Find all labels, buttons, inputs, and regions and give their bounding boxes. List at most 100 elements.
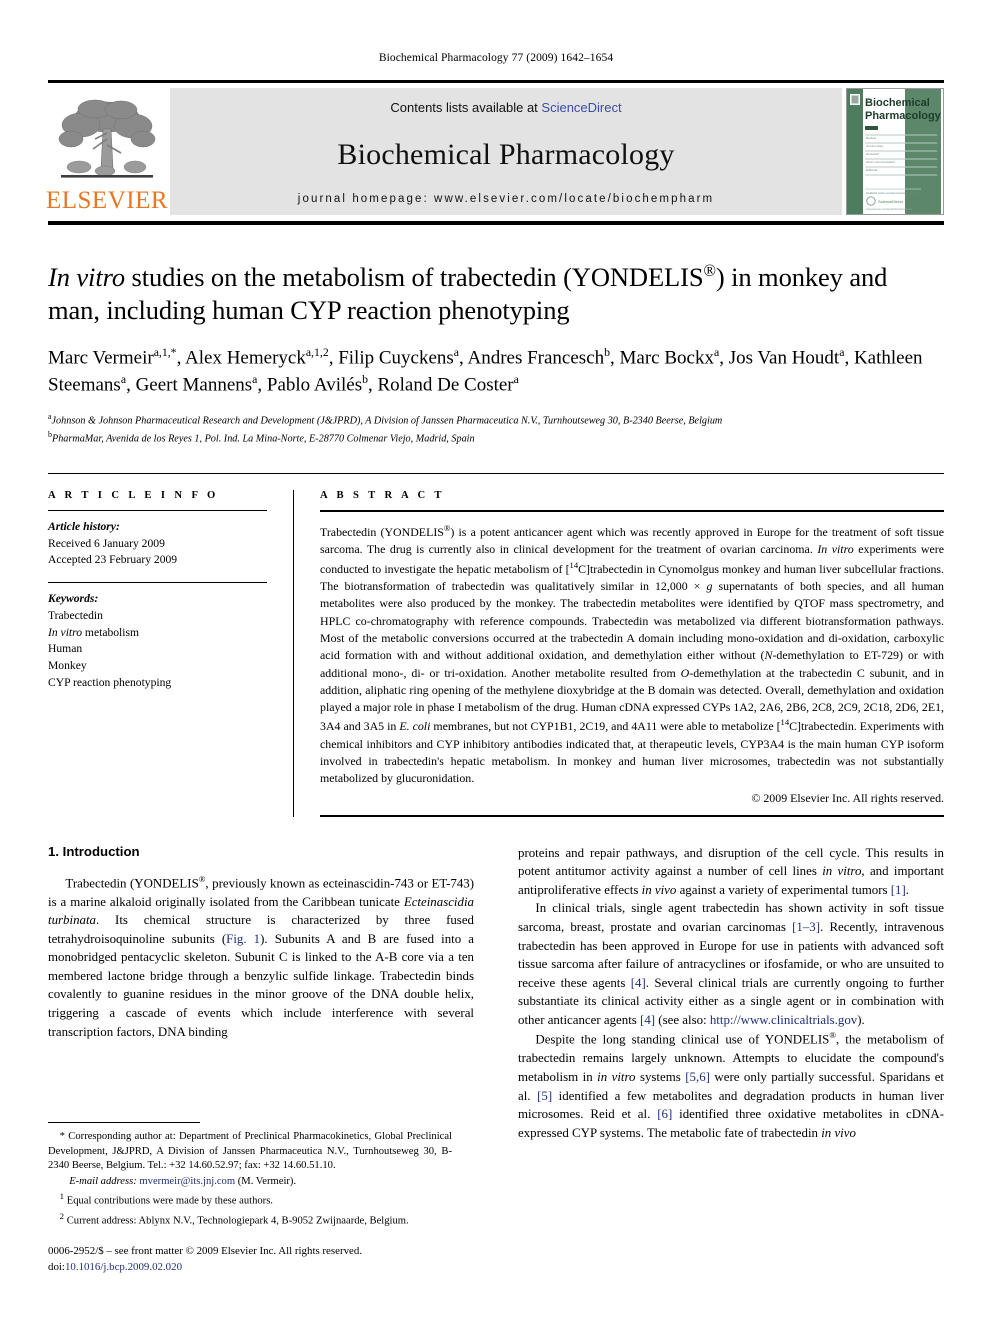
text-run: Trabectedin (YONDELIS bbox=[320, 525, 444, 540]
svg-text:Available online at www.scienc: Available online at www.sciencedirect.co… bbox=[866, 191, 919, 195]
keyword-item: Trabectedin bbox=[48, 608, 103, 622]
abstract-top-rule bbox=[320, 510, 944, 513]
author-affiliation-marker: a bbox=[513, 373, 519, 387]
contents-available-line: Contents lists available at ScienceDirec… bbox=[390, 100, 621, 115]
elsevier-logo: ELSEVIER bbox=[46, 88, 168, 215]
affiliation-text: Johnson & Johnson Pharmaceutical Researc… bbox=[51, 415, 723, 427]
journal-masthead: ELSEVIER Contents lists available at Sci… bbox=[46, 80, 944, 215]
journal-title: Biochemical Pharmacology bbox=[337, 138, 675, 171]
text-run: Trabectedin (YONDELIS bbox=[65, 875, 199, 890]
page-title: In vitro studies on the metabolism of tr… bbox=[48, 261, 944, 328]
affiliation-text: PharmaMar, Avenida de los Reyes 1, Pol. … bbox=[51, 433, 475, 445]
abstract-column: A B S T R A C T Trabectedin (YONDELIS®) … bbox=[294, 490, 944, 817]
author-affiliation-marker: a bbox=[120, 373, 127, 387]
affiliation-list: aJohnson & Johnson Pharmaceutical Resear… bbox=[48, 411, 944, 447]
cover-artwork: Biochemical Pharmacology Review Commenta… bbox=[847, 89, 942, 214]
text-run: in vivo bbox=[641, 882, 677, 897]
article-history-item: Received 6 January 2009 bbox=[48, 536, 165, 550]
text-run: 14 bbox=[780, 717, 790, 728]
svg-text:Research: Research bbox=[866, 152, 880, 156]
section-heading-introduction: 1. Introduction bbox=[48, 843, 140, 859]
author-list: Marc Vermeira,1,*, Alex Hemerycka,1,2, F… bbox=[48, 345, 923, 396]
email-suffix: (M. Vermeir). bbox=[237, 1175, 297, 1187]
text-run: ). bbox=[857, 1012, 865, 1027]
author-name: Pablo Avilés bbox=[266, 374, 363, 396]
author-affiliation-marker: a bbox=[453, 345, 460, 359]
inline-reference[interactable]: Fig. 1 bbox=[226, 932, 260, 946]
intro-left-paragraphs: Trabectedin (YONDELIS®, previously known… bbox=[48, 873, 474, 1042]
svg-text:Commentary: Commentary bbox=[866, 144, 884, 148]
imprint-front-matter: 0006-2952/$ – see front matter © 2009 El… bbox=[48, 1245, 363, 1258]
inline-reference[interactable]: [5,6] bbox=[685, 1070, 710, 1084]
affiliation: bPharmaMar, Avenida de los Reyes 1, Pol.… bbox=[48, 429, 944, 447]
elsevier-tree-icon bbox=[58, 99, 156, 178]
svg-text:Editorial: Editorial bbox=[866, 168, 877, 172]
author-name: Jos Van Houdt bbox=[728, 347, 840, 369]
body-column-left: 1. Introduction Trabectedin (YONDELIS®, … bbox=[48, 844, 474, 1143]
text-run: 14 bbox=[569, 559, 579, 570]
keyword-items: Trabectedin In vitro metabolism Human Monke… bbox=[48, 608, 267, 691]
info-abstract-block: A R T I C L E I N F O Article history: R… bbox=[48, 473, 944, 817]
title-italic-part: In vitro bbox=[48, 262, 125, 292]
body-paragraph: In clinical trials, single agent trabect… bbox=[518, 899, 944, 1029]
body-columns: 1. Introduction Trabectedin (YONDELIS®, … bbox=[48, 844, 944, 1143]
doi-value[interactable]: 10.1016/j.bcp.2009.02.020 bbox=[65, 1261, 182, 1273]
text-run: . bbox=[905, 882, 910, 897]
text-run: Despite the long standing clinical use o… bbox=[535, 1032, 830, 1047]
svg-text:Review: Review bbox=[866, 136, 877, 140]
masthead-bottom-rule bbox=[48, 221, 944, 225]
article-info-column: A R T I C L E I N F O Article history: R… bbox=[48, 490, 294, 817]
title-block: In vitro studies on the metabolism of tr… bbox=[48, 261, 944, 447]
article-history-item: Accepted 23 February 2009 bbox=[48, 553, 178, 567]
inline-reference[interactable]: [4] bbox=[631, 976, 646, 990]
author-affiliation-marker: b bbox=[604, 345, 611, 359]
text-run: E. coli bbox=[399, 719, 431, 734]
author-name: Alex Hemeryck bbox=[185, 347, 306, 369]
keyword-italic-part: In vitro bbox=[48, 625, 83, 639]
inline-reference[interactable]: [6] bbox=[657, 1107, 672, 1121]
author-affiliation-marker: a bbox=[252, 373, 258, 387]
keyword-item: Monkey bbox=[48, 658, 87, 672]
intro-right-paragraphs: proteins and repair pathways, and disrup… bbox=[518, 844, 944, 1143]
footnote-marker-2: 2 bbox=[59, 1211, 65, 1222]
text-run: systems bbox=[635, 1069, 686, 1084]
footnote-rule bbox=[48, 1122, 200, 1124]
keyword-item: CYP reaction phenotyping bbox=[48, 675, 172, 689]
sciencedirect-link[interactable]: ScienceDirect bbox=[541, 100, 621, 115]
inline-reference[interactable]: http://www.clinicaltrials.gov bbox=[710, 1013, 857, 1027]
abstract-bottom-rule bbox=[320, 814, 944, 817]
journal-cover-thumbnail: Biochemical Pharmacology Review Commenta… bbox=[846, 88, 944, 215]
author-affiliation-marker: a,1,2 bbox=[305, 345, 329, 359]
footnote-note-1: 1 Equal contributions were made by these… bbox=[48, 1190, 452, 1209]
author-affiliation-marker: b bbox=[362, 373, 368, 387]
author-affiliation-marker: a,1,* bbox=[153, 345, 177, 359]
keyword-item: In vitro metabolism bbox=[48, 625, 140, 639]
footnote-text-2: Current address: Ablynx N.V., Technologi… bbox=[66, 1215, 409, 1227]
keywords-heading: Keywords: bbox=[48, 592, 99, 606]
svg-text:www.elsevier.com/locate/bioche: www.elsevier.com/locate/biochempharm bbox=[866, 207, 912, 211]
inline-reference[interactable]: [5] bbox=[537, 1089, 552, 1103]
body-column-right: proteins and repair pathways, and disrup… bbox=[518, 844, 944, 1143]
article-info-label: A R T I C L E I N F O bbox=[48, 490, 219, 502]
inline-reference[interactable]: [4] bbox=[640, 1013, 655, 1027]
svg-text:ScienceDirect: ScienceDirect bbox=[878, 199, 904, 204]
article-history-items: Received 6 January 2009 Accepted 23 Febru… bbox=[48, 536, 267, 569]
text-run: (see also: bbox=[655, 1012, 710, 1027]
journal-homepage[interactable]: journal homepage: www.elsevier.com/locat… bbox=[298, 193, 714, 205]
author-name: Geert Mannens bbox=[135, 374, 253, 396]
abstract-copyright: © 2009 Elsevier Inc. All rights reserved… bbox=[751, 790, 944, 805]
email-address[interactable]: mvermeir@its.jnj.com bbox=[139, 1176, 235, 1187]
body-paragraph: proteins and repair pathways, and disrup… bbox=[518, 844, 944, 900]
affiliation: aJohnson & Johnson Pharmaceutical Resear… bbox=[48, 411, 944, 429]
inline-reference[interactable]: [1–3] bbox=[792, 920, 820, 934]
registered-mark: ® bbox=[703, 261, 716, 281]
author-name: Marc Vermeir bbox=[48, 347, 154, 369]
text-run: in vitro bbox=[597, 1069, 636, 1084]
email-label: E-mail address: bbox=[69, 1175, 137, 1187]
author-affiliation-marker: a bbox=[839, 345, 845, 359]
text-run: ). Subunits A and B are fused into a mon… bbox=[48, 931, 474, 1039]
footnotes-block: * Corresponding author at: Department of… bbox=[48, 1122, 452, 1275]
author-name: Filip Cuyckens bbox=[338, 347, 454, 369]
footnote-text-1: Equal contributions were made by these a… bbox=[66, 1195, 273, 1207]
inline-reference[interactable]: [1] bbox=[891, 883, 906, 897]
